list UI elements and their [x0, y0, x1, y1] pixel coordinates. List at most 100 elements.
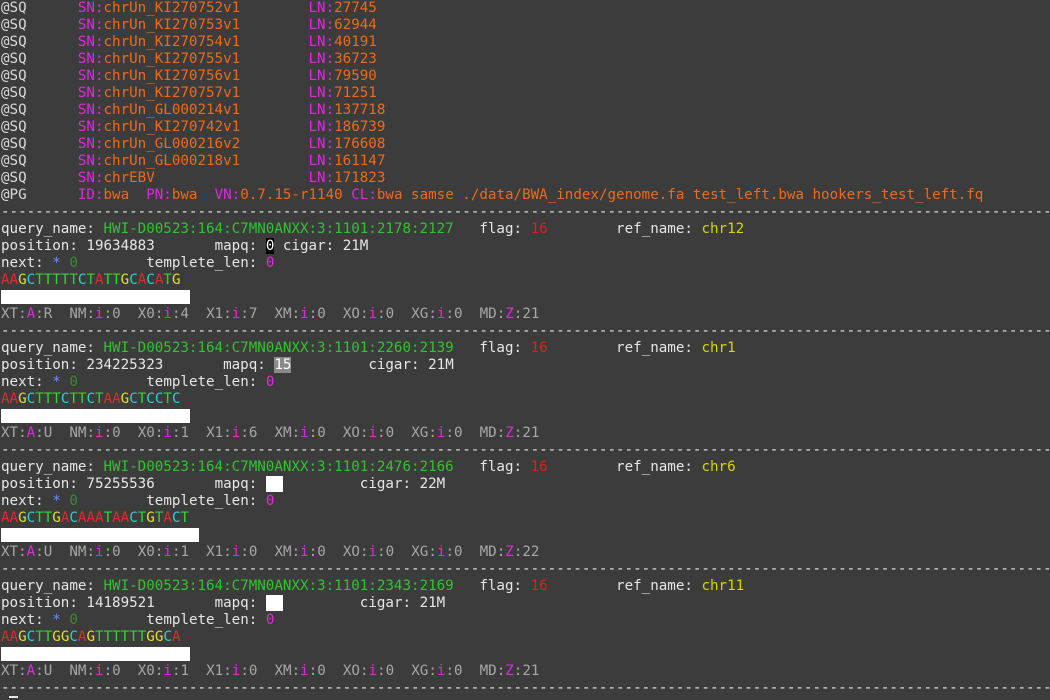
- tag-value: 21: [522, 425, 540, 441]
- tag-name: NM: [69, 663, 87, 679]
- sq-header-line: @SQ SN:chrUn_KI270755v1 LN:36723: [1, 51, 1049, 68]
- tag-type: i: [95, 425, 104, 441]
- sn-key: SN:: [77, 170, 104, 186]
- quality-string-bar: [1, 647, 190, 661]
- sn-key: SN:: [77, 153, 104, 169]
- ln-key: LN:: [308, 102, 335, 118]
- query-name-line: query_name: HWI-D00523:164:C7MN0ANXX:3:1…: [1, 221, 1049, 238]
- nucleotide: T: [35, 629, 44, 645]
- read-sequence: AAGCTTTCTTCTAAGCTCCTC: [1, 391, 1049, 408]
- tag-type: i: [95, 544, 104, 560]
- nucleotide: A: [1, 391, 10, 407]
- nucleotide: G: [18, 629, 27, 645]
- mapq-value: [265, 476, 283, 492]
- sequence-name: chrUn_KI270742v1: [103, 119, 241, 135]
- sequence-name: chrUn_KI270753v1: [103, 17, 241, 33]
- query-name-value: HWI-D00523:164:C7MN0ANXX:3:1101:2343:216…: [103, 578, 454, 594]
- terminal-window[interactable]: @SQ SN:chrUn_KI270752v1 LN:27745 @SQ SN:c…: [0, 0, 1050, 700]
- tag-name: NM: [69, 425, 87, 441]
- tag-type: Z: [505, 425, 514, 441]
- read-sequence: AAGCTTGACAAATAACTGTACT: [1, 510, 1049, 527]
- quality-string-bar: [1, 409, 190, 423]
- header-tag: @SQ: [1, 0, 27, 16]
- tag-value: 0: [317, 306, 326, 322]
- sq-header-line: @SQ SN:chrUn_KI270752v1 LN:27745: [1, 0, 1049, 17]
- nucleotide: T: [43, 510, 53, 526]
- templete-len-value: 0: [265, 374, 275, 390]
- nucleotide: T: [52, 391, 61, 407]
- templete-len-label: templete_len:: [146, 493, 266, 509]
- tag-value: 0: [385, 663, 395, 679]
- optional-tags-line: XT:A:U NM:i:0 X0:i:1 X1:i:0 XM:i:0 XO:i:…: [1, 663, 540, 679]
- nucleotide: C: [26, 272, 36, 288]
- optional-tags-line: XT:A:U NM:i:0 X0:i:1 X1:i:0 XM:i:0 XO:i:…: [1, 544, 540, 560]
- tag-name: XO: [342, 663, 360, 679]
- cigar-value: 21M: [419, 595, 446, 611]
- tag-value: 0: [453, 306, 463, 322]
- tag-value: R: [43, 306, 53, 322]
- tag-value: 0: [112, 306, 121, 322]
- ln-key: LN:: [308, 34, 335, 50]
- next-label: next:: [1, 612, 53, 628]
- header-tag: @SQ: [1, 119, 27, 135]
- sn-key: SN:: [77, 119, 104, 135]
- sn-key: SN:: [77, 0, 104, 16]
- sq-header-line: @SQ SN:chrUn_KI270742v1 LN:186739: [1, 119, 1049, 136]
- record-separator: ----------------------------------------…: [1, 204, 1049, 221]
- ref-name-value: chr12: [701, 221, 745, 237]
- sequence-name: chrUn_KI270752v1: [103, 0, 241, 16]
- optional-tags-line: XT:A:U NM:i:0 X0:i:1 X1:i:6 XM:i:0 XO:i:…: [1, 425, 540, 441]
- tag-name: X0: [137, 663, 155, 679]
- nucleotide: C: [26, 391, 36, 407]
- nucleotide: G: [18, 510, 27, 526]
- sequence-length: 176608: [334, 136, 386, 152]
- nucleotide: A: [9, 391, 19, 407]
- nucleotide: A: [9, 272, 19, 288]
- nucleotide: A: [137, 272, 147, 288]
- tag-type: i: [300, 425, 309, 441]
- flag-value: 16: [530, 221, 548, 237]
- tag-type: A: [26, 663, 36, 679]
- ln-key: LN:: [308, 119, 335, 135]
- tag-value: 0: [112, 544, 121, 560]
- query-name-value: HWI-D00523:164:C7MN0ANXX:3:1101:2260:213…: [103, 340, 454, 356]
- next-ref-value: *: [52, 493, 61, 509]
- header-tag: @SQ: [1, 68, 27, 84]
- tag-type: i: [163, 425, 172, 441]
- tag-name: XT: [1, 306, 19, 322]
- tag-value: 0: [317, 544, 326, 560]
- cigar-value: 21M: [428, 357, 454, 373]
- next-ref-value: *: [52, 374, 61, 390]
- next-pos-value: 0: [69, 255, 78, 271]
- nucleotide: T: [137, 629, 147, 645]
- sn-key: SN:: [77, 85, 104, 101]
- nucleotide: C: [86, 391, 96, 407]
- program-version: 0.7.15-r1140: [240, 187, 343, 203]
- nucleotide: A: [120, 510, 130, 526]
- sequence-length: 62944: [334, 17, 377, 33]
- quality-string-bar: [1, 290, 190, 304]
- position-line: position: 234225323 mapq: 15 cigar: 21M: [1, 357, 1049, 374]
- nucleotide: T: [43, 391, 53, 407]
- flag-value: 16: [530, 578, 548, 594]
- vn-key: VN:: [214, 187, 241, 203]
- separator-dashes: ----------------------------------------…: [1, 323, 1049, 339]
- tag-type: i: [368, 306, 378, 322]
- position-label: position:: [1, 238, 87, 254]
- tag-value: 0: [317, 663, 326, 679]
- next-label: next:: [1, 374, 53, 390]
- nucleotide: T: [35, 391, 44, 407]
- query-name-label: query_name:: [1, 340, 104, 356]
- sequence-length: 36723: [334, 51, 377, 67]
- tag-name: XO: [342, 425, 360, 441]
- next-ref-value: *: [52, 255, 61, 271]
- tag-name: XT: [1, 663, 19, 679]
- sequence-length: 79590: [334, 68, 377, 84]
- header-tag: @SQ: [1, 136, 27, 152]
- query-name-value: HWI-D00523:164:C7MN0ANXX:3:1101:2476:216…: [103, 459, 454, 475]
- terminal-cursor: [9, 696, 18, 698]
- sequence-length: 27745: [334, 0, 377, 16]
- tag-name: XT: [1, 544, 19, 560]
- query-name-label: query_name:: [1, 459, 104, 475]
- flag-label: flag:: [479, 221, 531, 237]
